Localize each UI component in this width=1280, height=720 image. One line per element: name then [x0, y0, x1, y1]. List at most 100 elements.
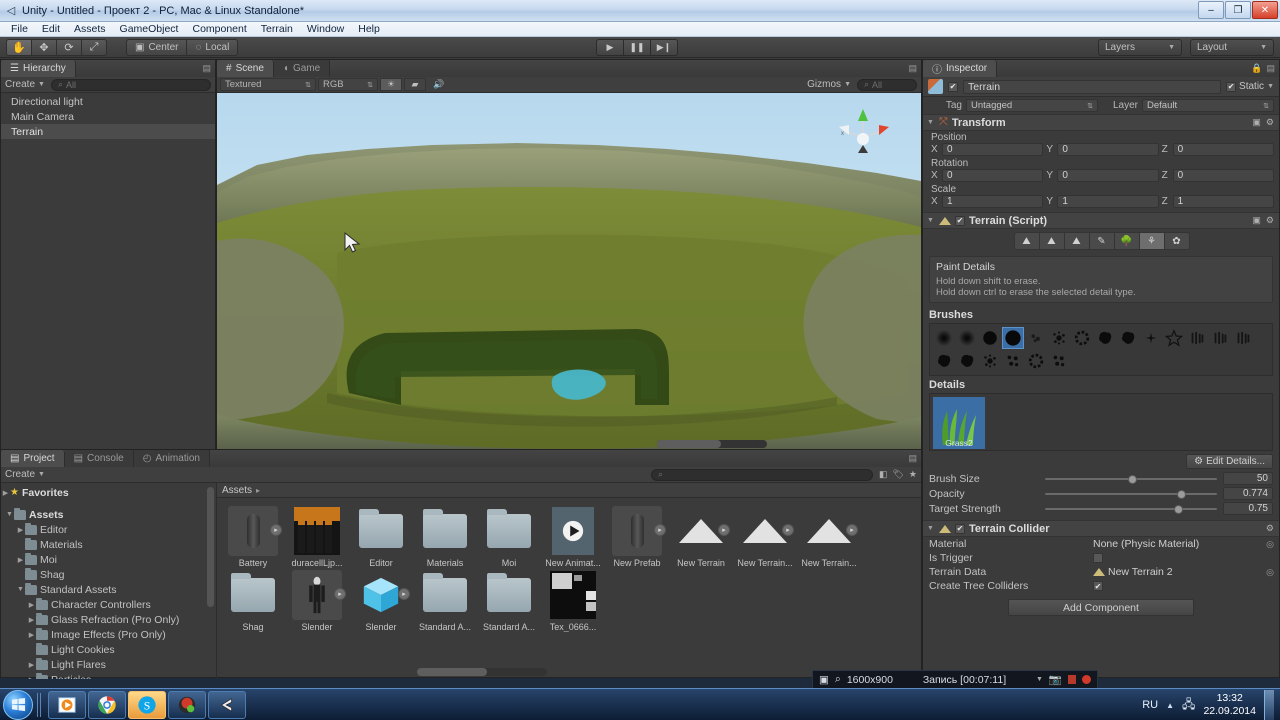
help-icon[interactable]: ▣: [1252, 215, 1261, 226]
terrain-settings-tool[interactable]: ✿: [1163, 232, 1190, 250]
menu-edit[interactable]: Edit: [35, 22, 67, 37]
asset-item[interactable]: ▸ Slender: [291, 570, 346, 632]
slider-value-field[interactable]: 50: [1223, 472, 1273, 485]
scale-z-field[interactable]: 1: [1172, 195, 1274, 208]
property-value[interactable]: None (Physic Material) ◎: [1093, 538, 1274, 550]
object-enabled-checkbox[interactable]: ✔: [948, 81, 958, 92]
asset-item[interactable]: ▸ New Terrain: [675, 506, 730, 568]
hierarchy-create-button[interactable]: Create ▼: [5, 79, 45, 90]
camera-icon[interactable]: 📷: [1049, 673, 1062, 686]
tab-inspector[interactable]: ⓘ Inspector: [923, 60, 998, 77]
brush-option[interactable]: [1002, 350, 1024, 372]
step-button[interactable]: ▶❙: [650, 39, 678, 56]
property-value[interactable]: ✔: [1093, 581, 1274, 591]
project-search-input[interactable]: ⌕: [650, 468, 873, 481]
asset-item[interactable]: Moi: [483, 506, 535, 568]
minimize-button[interactable]: –: [1198, 1, 1224, 19]
scene-hscrollbar-thumb[interactable]: [657, 440, 721, 448]
asset-item[interactable]: Shag: [227, 570, 279, 632]
space-mode-button[interactable]: ◌ Local: [186, 38, 239, 56]
scene-search-input[interactable]: ⌕ All: [857, 78, 917, 91]
expand-arrow-icon[interactable]: ▶: [27, 616, 36, 624]
asset-item[interactable]: Standard A...: [419, 570, 471, 632]
project-tab-menu[interactable]: ▤: [908, 453, 917, 464]
brush-option[interactable]: [1094, 327, 1116, 349]
brush-option[interactable]: [1117, 327, 1139, 349]
filter-favorite-icon[interactable]: ★: [909, 469, 917, 480]
brush-option[interactable]: [1186, 327, 1208, 349]
asset-item[interactable]: duracellLjp...: [291, 506, 343, 568]
brush-option[interactable]: [956, 327, 978, 349]
asset-item[interactable]: Tex_0666...: [547, 570, 599, 632]
slider-knob[interactable]: [1177, 489, 1187, 499]
render-mode-dropdown[interactable]: RGB ⇅: [318, 78, 378, 91]
asset-expand-icon[interactable]: ▸: [846, 524, 858, 536]
rotation-z-field[interactable]: 0: [1172, 169, 1274, 182]
tree-item[interactable]: Shag: [1, 567, 216, 582]
menu-file[interactable]: File: [4, 22, 35, 37]
smooth-height-tool[interactable]: ⛰: [1063, 232, 1090, 250]
slider-track[interactable]: [1045, 473, 1217, 485]
expand-arrow-icon[interactable]: ▶: [27, 676, 36, 680]
menu-help[interactable]: Help: [351, 22, 387, 37]
tree-item[interactable]: ▶ Editor: [1, 522, 216, 537]
brush-option[interactable]: [1071, 327, 1093, 349]
edit-details-button[interactable]: ⚙ Edit Details...: [1186, 454, 1273, 469]
windows-start-icon[interactable]: [3, 689, 33, 720]
asset-item[interactable]: Materials: [419, 506, 471, 568]
detail-item-grass2[interactable]: Grass2: [933, 397, 985, 449]
pause-record-button[interactable]: [1068, 675, 1076, 684]
terrain-component-header[interactable]: ▼ ✔ Terrain (Script) ▣ ⚙: [923, 212, 1279, 229]
object-picker-icon[interactable]: ◎: [1266, 539, 1274, 550]
hierarchy-item-directional-light[interactable]: Directional light: [1, 94, 215, 109]
paint-texture-tool[interactable]: ✎: [1088, 232, 1115, 250]
draw-mode-dropdown[interactable]: Textured ⇅: [220, 78, 316, 91]
asset-item[interactable]: Editor: [355, 506, 407, 568]
position-z-field[interactable]: 0: [1172, 143, 1274, 156]
menu-window[interactable]: Window: [300, 22, 351, 37]
paint-details-tool[interactable]: ⚘: [1138, 232, 1165, 250]
filter-type-icon[interactable]: ◧: [879, 469, 888, 480]
expand-arrow-icon[interactable]: ▶: [16, 556, 25, 564]
taskbar-skype[interactable]: S: [128, 690, 166, 719]
scene-orientation-gizmo[interactable]: x: [833, 105, 893, 161]
pause-button[interactable]: ❚❚: [623, 39, 651, 56]
close-button[interactable]: ✕: [1252, 1, 1278, 19]
layers-dropdown[interactable]: Layers ▼: [1098, 39, 1182, 56]
tree-item[interactable]: ▼ Standard Assets: [1, 582, 216, 597]
expand-arrow-icon[interactable]: ▶: [27, 631, 36, 639]
gear-icon[interactable]: ⚙: [1266, 215, 1274, 226]
hierarchy-tab-menu[interactable]: ▤: [202, 63, 211, 74]
tree-item[interactable]: ▶ Light Flares: [1, 657, 216, 672]
taskbar-google-chrome[interactable]: [88, 690, 126, 719]
project-tree-scrollbar[interactable]: [207, 487, 214, 607]
brush-option[interactable]: [1140, 327, 1162, 349]
asset-expand-icon[interactable]: ▸: [718, 524, 730, 536]
hierarchy-item-main-camera[interactable]: Main Camera: [1, 109, 215, 124]
raise-lower-terrain-tool[interactable]: ⛰: [1013, 232, 1040, 250]
brush-option[interactable]: [979, 350, 1001, 372]
set-height-tool[interactable]: ⛰: [1038, 232, 1065, 250]
asset-item[interactable]: ▸ Battery: [227, 506, 282, 568]
brush-option[interactable]: [1048, 350, 1070, 372]
slider-value-field[interactable]: 0.774: [1223, 487, 1273, 500]
move-tool[interactable]: ✥: [31, 38, 57, 56]
terrain-collider-header[interactable]: ▼ ✔ Terrain Collider ⚙: [923, 520, 1279, 537]
slider-track[interactable]: [1045, 503, 1217, 515]
tree-item[interactable]: ▶ Character Controllers: [1, 597, 216, 612]
scene-fx-toggle[interactable]: ▰: [404, 78, 426, 91]
slider-value-field[interactable]: 0.75: [1223, 502, 1273, 515]
rotate-tool[interactable]: ⟳: [56, 38, 82, 56]
tree-item[interactable]: Materials: [1, 537, 216, 552]
property-checkbox[interactable]: [1093, 553, 1103, 563]
terrain-collider-enabled-checkbox[interactable]: ✔: [955, 523, 965, 534]
asset-expand-icon[interactable]: ▸: [334, 588, 346, 600]
foldout-arrow-icon[interactable]: ▼: [927, 525, 935, 532]
scene-hscrollbar[interactable]: [657, 440, 767, 448]
brush-option[interactable]: [933, 350, 955, 372]
brush-option[interactable]: [933, 327, 955, 349]
tab-project[interactable]: ▤ Project: [1, 450, 65, 467]
scale-x-field[interactable]: 1: [942, 195, 1044, 208]
tab-hierarchy[interactable]: ☰ Hierarchy: [1, 60, 76, 77]
tab-animation[interactable]: ◴ Animation: [133, 450, 210, 467]
